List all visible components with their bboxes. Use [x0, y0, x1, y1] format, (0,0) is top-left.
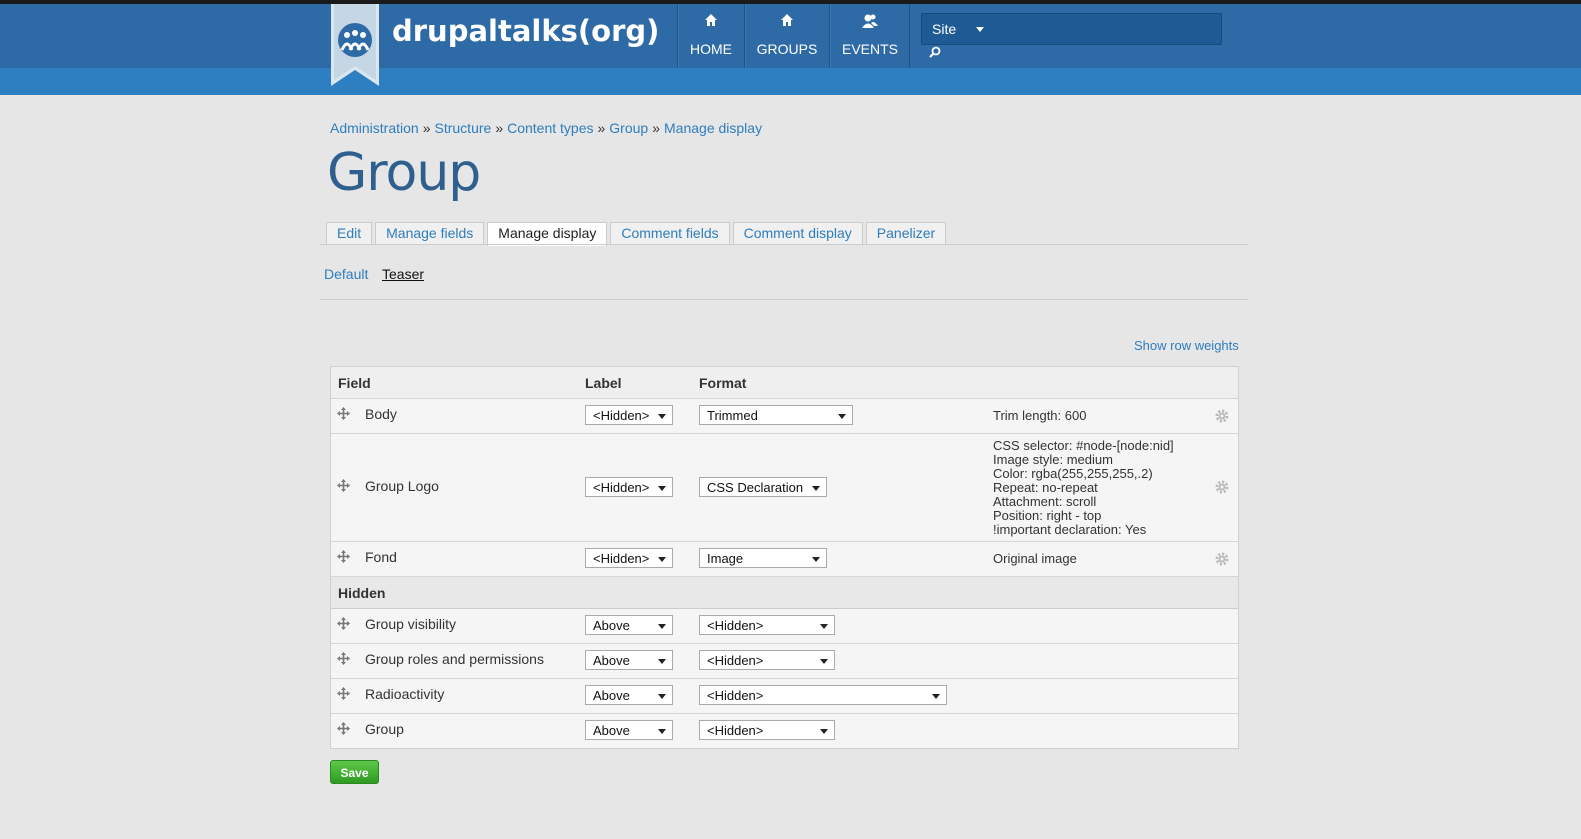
gear-icon[interactable] [1214, 408, 1230, 424]
table-header: Field Label Format [331, 367, 1238, 399]
breadcrumb-structure[interactable]: Structure [435, 120, 492, 136]
format-select[interactable]: CSS Declaration [699, 477, 827, 497]
format-select[interactable]: <Hidden> [699, 685, 947, 705]
header-field: Field [338, 375, 371, 391]
label-select[interactable]: <Hidden> [585, 405, 673, 425]
drag-handle-icon[interactable] [337, 617, 350, 630]
field-name: Group Logo [365, 478, 439, 494]
header-subbar [0, 68, 1581, 95]
tab-comment-display[interactable]: Comment display [732, 222, 863, 244]
breadcrumb: Administration» Structure» Content types» G… [330, 120, 762, 136]
breadcrumb-manage-display[interactable]: Manage display [664, 120, 762, 136]
summary-line: CSS selector: #node-[node:nid] [993, 438, 1174, 453]
format-select[interactable]: <Hidden> [699, 615, 835, 635]
drag-handle-icon[interactable] [337, 687, 350, 700]
page-title: Group [327, 143, 481, 203]
summary-line: Color: rgba(255,255,255,.2) [993, 466, 1153, 481]
drag-handle-icon[interactable] [337, 722, 350, 735]
summary-line: Repeat: no-repeat [993, 480, 1098, 495]
chevron-down-icon [976, 27, 984, 32]
field-name: Group roles and permissions [365, 651, 544, 667]
label-select[interactable]: <Hidden> [585, 548, 673, 568]
field-name: Group [365, 721, 404, 737]
nav-events-label: EVENTS [841, 41, 898, 57]
subtab-default[interactable]: Default [324, 266, 368, 282]
save-button[interactable]: Save [330, 760, 379, 784]
summary-line: Trim length: 600 [993, 408, 1087, 423]
table-row: Group roles and permissions Above <Hidde… [331, 644, 1238, 679]
tab-manage-fields[interactable]: Manage fields [375, 222, 485, 244]
search-input[interactable]: Site [921, 13, 1222, 45]
nav-groups-label: GROUPS [756, 41, 818, 57]
hidden-region-header: Hidden [331, 577, 1238, 609]
events-icon [830, 13, 910, 33]
region-label: Hidden [338, 585, 386, 601]
summary-line: Original image [993, 551, 1077, 566]
label-select[interactable]: Above [585, 650, 673, 670]
field-name: Fond [365, 549, 397, 565]
label-select[interactable]: Above [585, 685, 673, 705]
drag-handle-icon[interactable] [337, 407, 350, 420]
breadcrumb-separator: » [495, 120, 504, 136]
summary-line: Position: right - top [993, 508, 1102, 523]
field-name: Radioactivity [365, 686, 445, 702]
table-row: Body <Hidden> Trimmed Trim length: 600 [331, 399, 1238, 434]
tabs-divider [320, 244, 1248, 245]
header-format: Format [699, 375, 747, 391]
label-select[interactable]: Above [585, 615, 673, 635]
drag-handle-icon[interactable] [337, 652, 350, 665]
format-select[interactable]: Image [699, 548, 827, 568]
groups-icon [745, 13, 829, 33]
drag-handle-icon[interactable] [337, 479, 350, 492]
section-divider [320, 299, 1248, 300]
nav-divider [909, 4, 910, 68]
summary-line: Image style: medium [993, 452, 1113, 467]
nav-home[interactable]: HOME [677, 4, 744, 68]
primary-tabs: Edit Manage fields Manage display Commen… [326, 222, 949, 246]
breadcrumb-separator: » [652, 120, 661, 136]
nav-events[interactable]: EVENTS [829, 4, 910, 68]
summary-line: !important declaration: Yes [993, 522, 1147, 537]
gear-icon[interactable] [1214, 551, 1230, 567]
format-select[interactable]: <Hidden> [699, 650, 835, 670]
table-row: Radioactivity Above <Hidden> [331, 679, 1238, 714]
breadcrumb-separator: » [597, 120, 606, 136]
format-select[interactable]: Trimmed [699, 405, 853, 425]
label-select[interactable]: <Hidden> [585, 477, 673, 497]
nav-home-label: HOME [690, 41, 732, 57]
table-row: Group Above <Hidden> [331, 714, 1238, 748]
format-summary: Original image [993, 552, 1077, 566]
format-summary: CSS selector: #node-[node:nid] Image sty… [993, 439, 1174, 537]
tab-edit[interactable]: Edit [326, 222, 373, 244]
secondary-tabs: Default Teaser [324, 266, 434, 282]
site-logo[interactable] [331, 4, 379, 86]
site-name[interactable]: drupaltalks(org) [392, 14, 659, 48]
drag-handle-icon[interactable] [337, 550, 350, 563]
tab-comment-fields[interactable]: Comment fields [610, 222, 730, 244]
nav-groups[interactable]: GROUPS [744, 4, 829, 68]
show-row-weights-link[interactable]: Show row weights [1134, 338, 1239, 353]
breadcrumb-separator: » [422, 120, 431, 136]
table-row: Fond <Hidden> Image Original image [331, 542, 1238, 577]
breadcrumb-group[interactable]: Group [609, 120, 648, 136]
fields-table: Field Label Format Body <Hidden> Trimmed… [330, 366, 1239, 749]
search-scope-select[interactable]: Site [932, 21, 956, 37]
format-select[interactable]: <Hidden> [699, 720, 835, 740]
field-name: Body [365, 406, 397, 422]
header-label: Label [585, 375, 622, 391]
breadcrumb-administration[interactable]: Administration [330, 120, 419, 136]
table-row: Group Logo <Hidden> CSS Declaration CSS … [331, 434, 1238, 542]
label-select[interactable]: Above [585, 720, 673, 740]
subtab-teaser[interactable]: Teaser [382, 266, 424, 282]
tab-manage-display[interactable]: Manage display [487, 222, 608, 246]
summary-line: Attachment: scroll [993, 494, 1097, 509]
field-name: Group visibility [365, 616, 457, 632]
tab-panelizer[interactable]: Panelizer [865, 222, 947, 244]
format-summary: Trim length: 600 [993, 409, 1086, 423]
table-row: Group visibility Above <Hidden> [331, 609, 1238, 644]
home-icon [678, 13, 744, 33]
search-icon[interactable] [929, 46, 941, 58]
gear-icon[interactable] [1214, 479, 1230, 495]
breadcrumb-content-types[interactable]: Content types [507, 120, 593, 136]
